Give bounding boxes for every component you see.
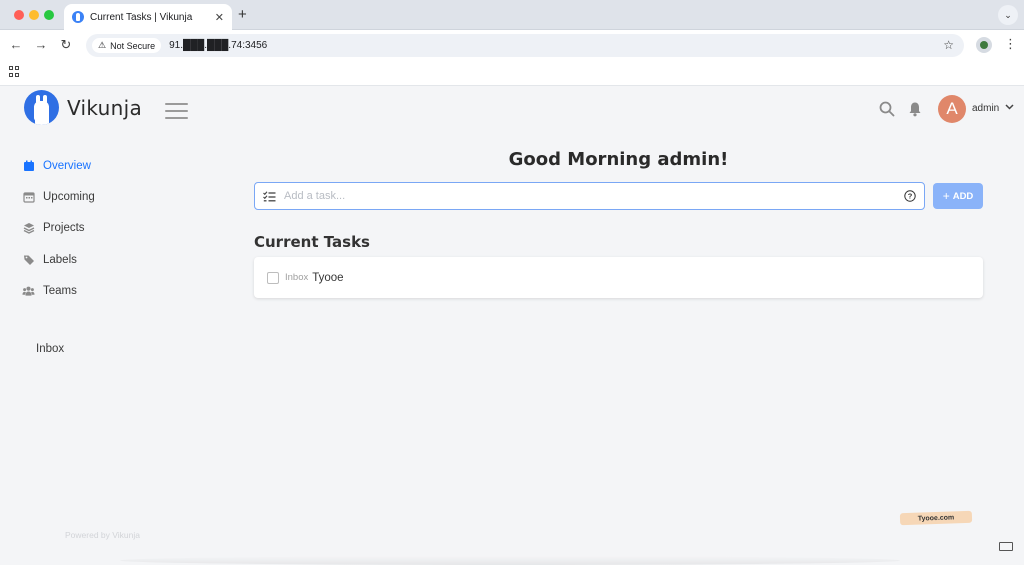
sidebar-item-label: Projects <box>43 222 85 235</box>
vikunja-favicon-icon <box>72 11 84 23</box>
logo[interactable]: Vikunja <box>24 90 142 125</box>
keyboard-shortcuts-icon[interactable] <box>999 542 1013 551</box>
sidebar-item-label: Labels <box>43 253 77 266</box>
sidebar-item-labels[interactable]: Labels <box>22 244 95 275</box>
chevron-down-icon[interactable] <box>1004 101 1015 112</box>
bell-icon[interactable] <box>908 101 922 117</box>
calendar-grid-icon <box>22 190 35 203</box>
add-button-label: ADD <box>952 190 974 202</box>
sidebar-item-projects[interactable]: Projects <box>22 213 95 244</box>
layers-icon <box>22 222 35 235</box>
powered-by-footer[interactable]: Powered by Vikunja <box>65 530 140 540</box>
task-project-label[interactable]: Inbox <box>285 272 308 283</box>
sidebar-nav: Overview Upcoming Projects Labels Teams <box>22 150 95 306</box>
apps-grid-icon[interactable] <box>9 66 20 77</box>
watermark: Tyooe.com <box>899 510 973 526</box>
browser-tab-bar: Current Tasks | Vikunja ✕ + ⌄ <box>0 0 1024 30</box>
llama-logo-icon <box>24 90 59 125</box>
plus-icon: + <box>942 189 950 203</box>
reload-icon[interactable]: ↻ <box>58 37 74 53</box>
add-task-field[interactable]: ? <box>254 182 925 210</box>
tab-title: Current Tasks | Vikunja <box>90 11 193 23</box>
calendar-icon <box>22 159 35 172</box>
username[interactable]: admin <box>972 103 999 114</box>
close-window-button[interactable] <box>14 10 24 20</box>
task-title[interactable]: Tyooe <box>312 272 343 284</box>
bookmarks-bar <box>0 60 1024 86</box>
menu-toggle-icon[interactable] <box>165 103 188 124</box>
tags-icon <box>22 253 35 266</box>
browser-tab[interactable]: Current Tasks | Vikunja ✕ <box>64 4 232 30</box>
tab-search-chevron-icon[interactable]: ⌄ <box>998 5 1018 25</box>
security-chip[interactable]: ⚠ Not Secure <box>92 38 162 53</box>
maximize-window-button[interactable] <box>44 10 54 20</box>
new-tab-button[interactable]: + <box>238 6 247 23</box>
browser-toolbar: ← → ↻ ⚠ Not Secure 91.███.███.74:3456 ☆ <box>0 30 1024 60</box>
app-viewport: Vikunja A admin Overview Upcoming Projec… <box>0 86 1024 565</box>
window-shadow <box>120 556 900 565</box>
task-done-checkbox[interactable] <box>267 271 279 284</box>
task-list-icon <box>263 190 276 201</box>
section-title: Current Tasks <box>254 233 370 251</box>
sidebar-item-upcoming[interactable]: Upcoming <box>22 181 95 212</box>
sidebar-project-inbox[interactable]: Inbox <box>36 343 64 355</box>
browser-menu-icon[interactable]: ⋮ <box>1004 36 1017 52</box>
forward-arrow-icon[interactable]: → <box>33 37 49 52</box>
brand-name: Vikunja <box>67 95 143 120</box>
address-bar[interactable]: ⚠ Not Secure 91.███.███.74:3456 ☆ <box>86 34 964 57</box>
add-task-button[interactable]: + ADD <box>933 183 983 209</box>
page-title: Good Morning admin! <box>508 149 729 170</box>
minimize-window-button[interactable] <box>29 10 39 20</box>
task-list-card: Inbox Tyooe <box>254 257 983 298</box>
sidebar-item-label: Overview <box>43 159 91 172</box>
tab-close-icon[interactable]: ✕ <box>215 11 224 24</box>
url-text: 91.███.███.74:3456 <box>169 40 268 51</box>
sidebar-item-label: Upcoming <box>43 190 95 203</box>
extension-icon[interactable] <box>976 37 992 53</box>
users-icon <box>22 284 35 297</box>
sidebar-item-label: Teams <box>43 284 77 297</box>
sidebar-item-teams[interactable]: Teams <box>22 275 95 306</box>
add-task-input[interactable] <box>284 190 904 202</box>
search-icon[interactable] <box>879 101 895 117</box>
warning-triangle-icon: ⚠ <box>98 40 107 50</box>
back-arrow-icon[interactable]: ← <box>8 37 24 52</box>
bookmark-star-icon[interactable]: ☆ <box>943 38 954 52</box>
sidebar-item-overview[interactable]: Overview <box>22 150 95 181</box>
svg-text:?: ? <box>908 192 913 201</box>
security-label: Not Secure <box>110 40 156 51</box>
help-icon[interactable]: ? <box>904 190 916 202</box>
avatar[interactable]: A <box>938 95 966 123</box>
